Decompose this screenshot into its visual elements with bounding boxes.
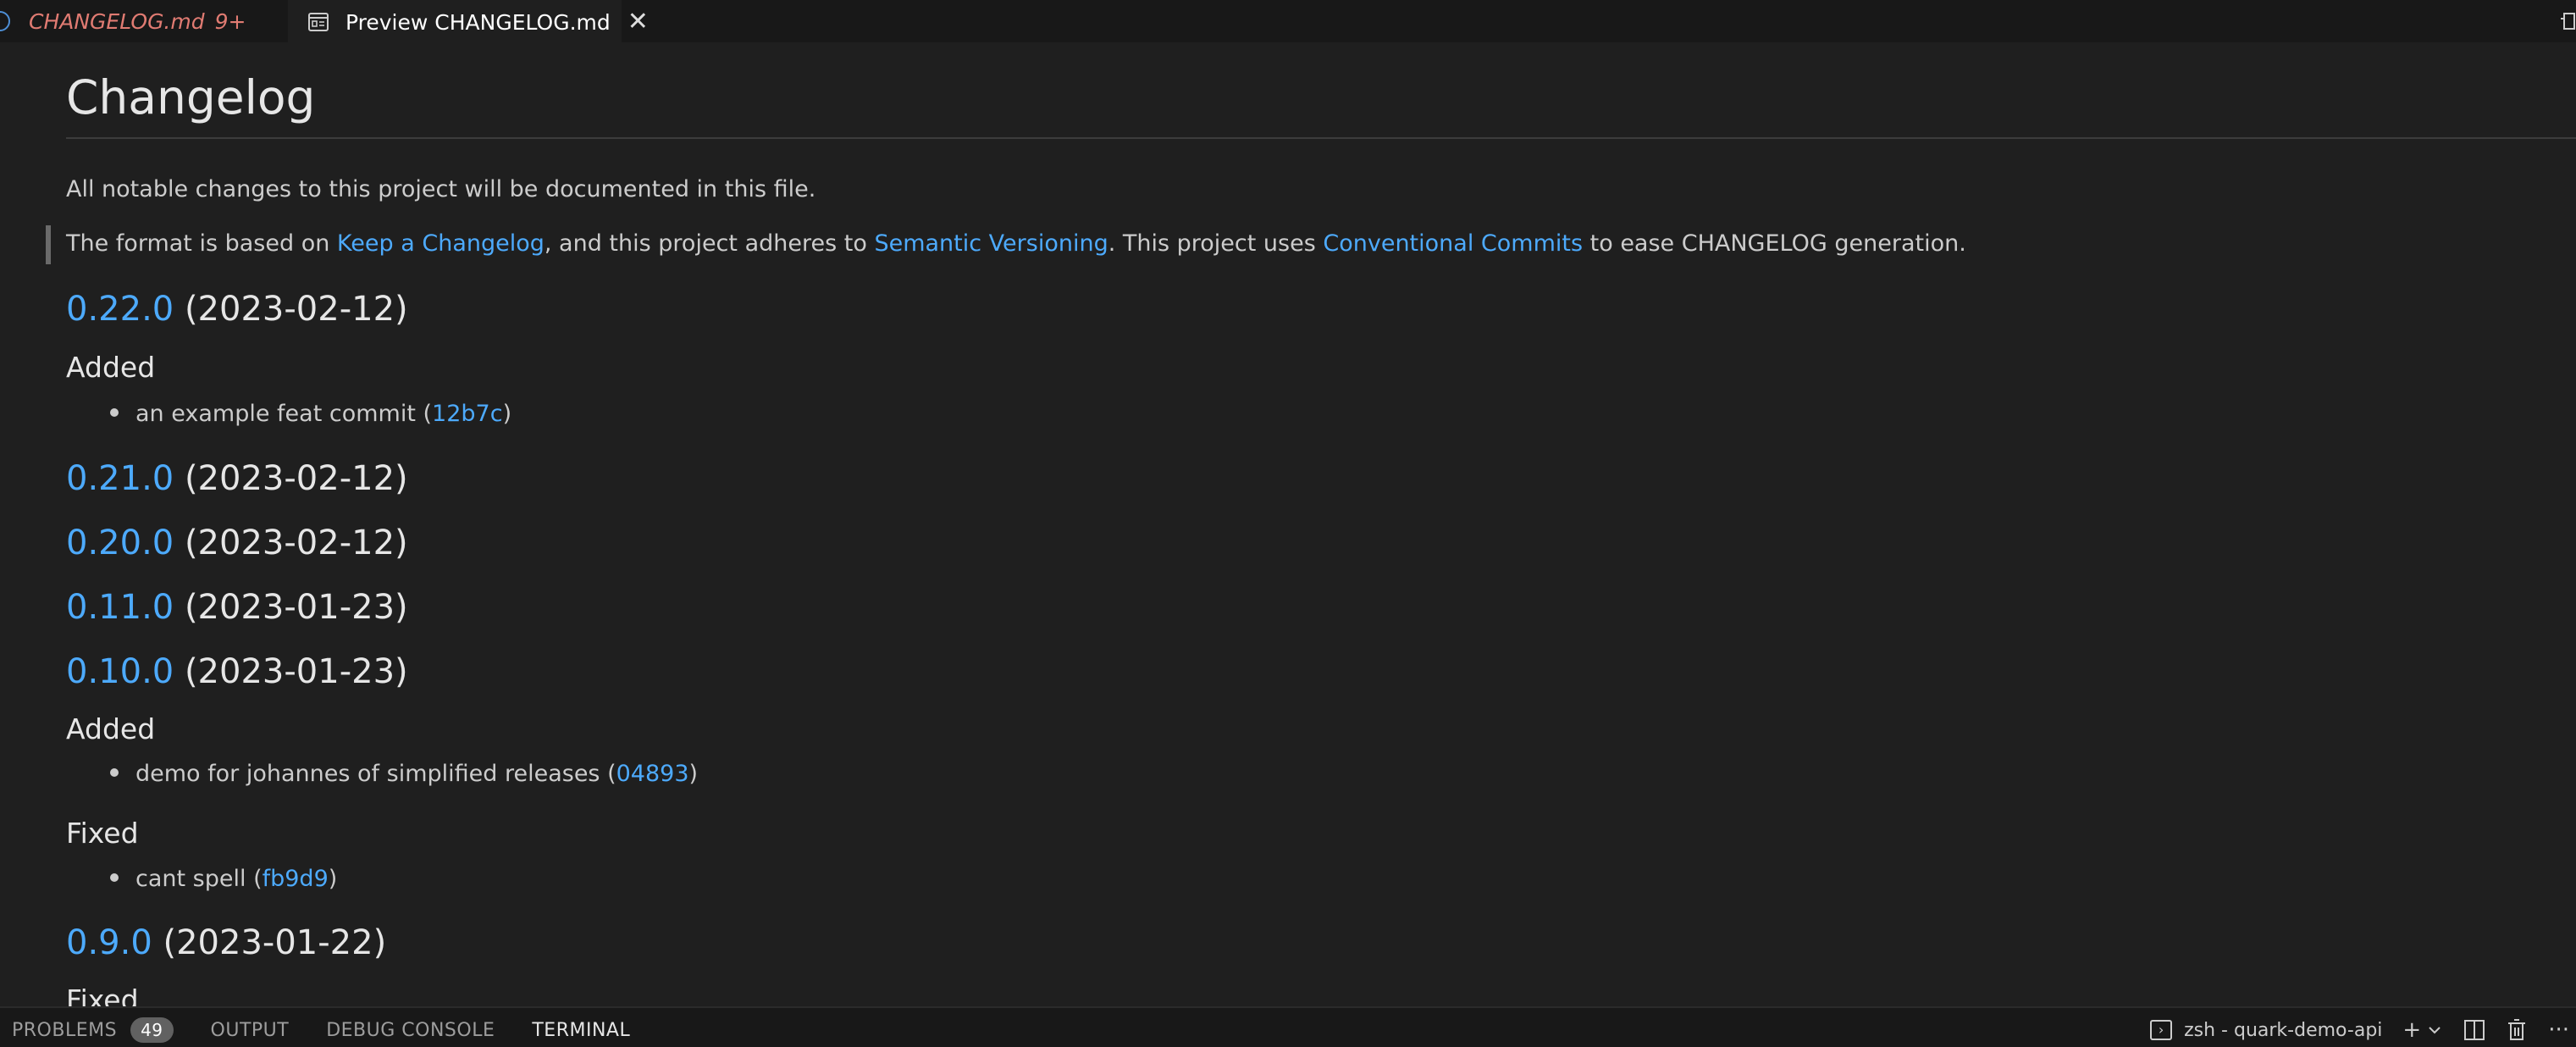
release-version-link[interactable]: 0.10.0 bbox=[66, 652, 174, 691]
release-version-link[interactable]: 0.11.0 bbox=[66, 588, 174, 627]
layout-icon[interactable] bbox=[2542, 0, 2576, 42]
terminal-selector[interactable]: › zsh - quark-demo-api bbox=[2150, 1013, 2382, 1047]
list-item: cant spell (fb9d9) bbox=[110, 864, 337, 895]
panel-tab-bar: PROBLEMS 49 OUTPUT DEBUG CONSOLE TERMINA… bbox=[0, 1006, 2576, 1047]
tab-label: Preview CHANGELOG.md bbox=[345, 9, 611, 35]
semantic-versioning-link[interactable]: Semantic Versioning bbox=[874, 230, 1108, 257]
section-heading: Fixed bbox=[66, 817, 139, 850]
release-heading: 0.22.0 (2023-02-12) bbox=[66, 288, 408, 330]
commit-hash-link[interactable]: 04893 bbox=[616, 761, 689, 787]
tab-label: TERMINAL bbox=[532, 1019, 631, 1041]
section-heading: Added bbox=[66, 351, 156, 384]
item-close: ) bbox=[328, 866, 338, 892]
item-close: ) bbox=[688, 761, 699, 787]
release-version-link[interactable]: 0.22.0 bbox=[66, 290, 174, 329]
keep-a-changelog-link[interactable]: Keep a Changelog bbox=[337, 230, 544, 257]
tab-label: CHANGELOG.md bbox=[29, 8, 205, 34]
bullet-dot bbox=[110, 407, 119, 417]
tab-label: OUTPUT bbox=[210, 1019, 290, 1041]
release-version-link[interactable]: 0.21.0 bbox=[66, 459, 174, 498]
tab-bar-spacer bbox=[622, 0, 2542, 42]
vscode-window: CHANGELOG.md 9+ Preview CHANGELOG.md ✕ C… bbox=[0, 0, 2576, 1047]
bullet-dot bbox=[110, 872, 119, 882]
trash-icon[interactable] bbox=[2507, 1013, 2526, 1047]
intro-paragraph: All notable changes to this project will… bbox=[66, 176, 816, 202]
chevron-down-icon[interactable] bbox=[2428, 1013, 2441, 1047]
split-icon[interactable] bbox=[2463, 1013, 2485, 1047]
commit-hash-link[interactable]: fb9d9 bbox=[263, 866, 329, 892]
item-text: cant spell ( bbox=[135, 866, 263, 892]
title-divider bbox=[66, 137, 2576, 139]
release-heading: 0.21.0 (2023-02-12) bbox=[66, 457, 408, 500]
tab-changelog-md[interactable]: CHANGELOG.md 9+ bbox=[0, 0, 288, 42]
tab-debug-console[interactable]: DEBUG CONSOLE bbox=[326, 1013, 495, 1047]
release-date: (2023-02-12) bbox=[184, 524, 408, 562]
markdown-file-icon bbox=[0, 11, 10, 31]
problems-badge: 9+ bbox=[214, 8, 246, 34]
terminal-name: zsh - quark-demo-api bbox=[2184, 1019, 2383, 1041]
commit-hash-link[interactable]: 12b7c bbox=[432, 401, 503, 427]
conventional-commits-link[interactable]: Conventional Commits bbox=[1323, 230, 1583, 257]
page-title: Changelog bbox=[66, 70, 316, 125]
tab-output[interactable]: OUTPUT bbox=[211, 1013, 290, 1047]
section-heading: Fixed bbox=[66, 983, 139, 1006]
tab-label: DEBUG CONSOLE bbox=[326, 1019, 495, 1041]
blockquote-bar bbox=[46, 225, 51, 264]
item-text: demo for johannes of simplified releases… bbox=[135, 761, 616, 787]
terminal-icon: › bbox=[2150, 1020, 2173, 1040]
bullet-dot bbox=[110, 767, 119, 777]
item-close: ) bbox=[502, 401, 512, 427]
section-heading: Added bbox=[66, 712, 156, 745]
release-heading: 0.10.0 (2023-01-23) bbox=[66, 651, 408, 693]
tab-preview-changelog[interactable]: Preview CHANGELOG.md ✕ bbox=[288, 0, 649, 42]
format-blockquote: The format is based on Keep a Changelog,… bbox=[66, 229, 1966, 259]
release-heading: 0.20.0 (2023-02-12) bbox=[66, 522, 408, 564]
plus-icon[interactable]: + bbox=[2402, 1013, 2421, 1047]
release-heading: 0.11.0 (2023-01-23) bbox=[66, 586, 408, 629]
list-item: demo for johannes of simplified releases… bbox=[110, 759, 698, 789]
release-date: (2023-01-23) bbox=[184, 652, 408, 691]
release-heading: 0.9.0 (2023-01-22) bbox=[66, 922, 386, 964]
tab-terminal[interactable]: TERMINAL bbox=[532, 1013, 630, 1047]
format-text-4: to ease CHANGELOG generation. bbox=[1583, 230, 1966, 257]
tab-label: PROBLEMS bbox=[12, 1019, 118, 1041]
release-version-link[interactable]: 0.20.0 bbox=[66, 524, 174, 562]
tab-problems[interactable]: PROBLEMS 49 bbox=[12, 1013, 174, 1047]
release-date: (2023-02-12) bbox=[184, 290, 408, 329]
more-icon[interactable]: ··· bbox=[2548, 1013, 2569, 1047]
list-item: an example feat commit (12b7c) bbox=[110, 399, 511, 429]
problems-count-badge: 49 bbox=[130, 1017, 174, 1043]
markdown-preview[interactable]: Changelog All notable changes to this pr… bbox=[0, 42, 2576, 1006]
release-date: (2023-02-12) bbox=[184, 459, 408, 498]
preview-icon bbox=[308, 12, 329, 32]
item-text: an example feat commit ( bbox=[135, 401, 433, 427]
release-date: (2023-01-22) bbox=[163, 923, 387, 962]
release-version-link[interactable]: 0.9.0 bbox=[66, 923, 152, 962]
format-text-3: . This project uses bbox=[1108, 230, 1324, 257]
editor-tab-bar: CHANGELOG.md 9+ Preview CHANGELOG.md ✕ bbox=[0, 0, 2576, 42]
release-date: (2023-01-23) bbox=[184, 588, 408, 627]
format-text-1: The format is based on bbox=[66, 230, 337, 257]
format-text-2: , and this project adheres to bbox=[544, 230, 875, 257]
